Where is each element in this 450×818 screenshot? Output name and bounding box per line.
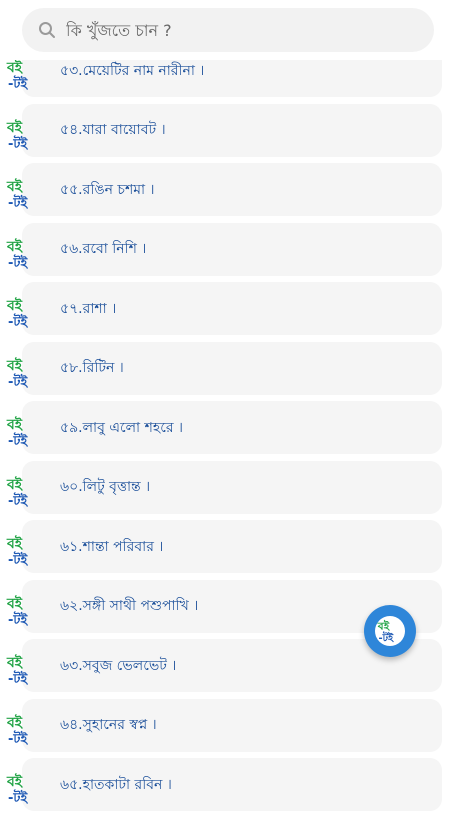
list-item[interactable]: ৫৬.রবো নিশি । বই -টই	[0, 222, 450, 283]
svg-text:বই: বই	[6, 594, 24, 612]
svg-text:বই: বই	[6, 475, 24, 493]
book-title: ৫৪.যারা বায়োবট ।	[60, 122, 166, 138]
boi-toi-logo-icon: বই-টই	[6, 237, 28, 271]
svg-text:-টই: -টই	[8, 75, 28, 92]
list-item-card[interactable]: ৬৫.হাতকাটা রবিন ।	[22, 758, 442, 811]
list-item[interactable]: ৫৪.যারা বায়োবট । বই -টই	[0, 103, 450, 164]
list-item-card[interactable]: ৫৮.রিটিন ।	[22, 341, 442, 395]
book-title: ৬৫.হাতকাটা রবিন ।	[60, 776, 172, 793]
list-item-card[interactable]: ৫৬.রবো নিশি ।	[22, 222, 442, 276]
book-title: ৫৩.মেয়েটির নাম নারীনা ।	[60, 62, 205, 79]
boi-toi-logo-icon: বই-টই	[6, 356, 28, 390]
svg-text:বই: বই	[6, 296, 24, 314]
svg-text:বই: বই	[6, 356, 24, 374]
app-logo-fab-button[interactable]: বই -টই	[364, 605, 416, 657]
boi-toi-logo-icon: বই-টই	[6, 118, 28, 152]
svg-text:-টই: -টই	[8, 789, 28, 806]
svg-text:বই: বই	[377, 618, 391, 632]
book-title: ৫৬.রবো নিশি ।	[60, 241, 147, 257]
list-item-card[interactable]: ৬১.শান্তা পরিবার ।	[22, 520, 442, 573]
svg-text:-টই: -টই	[8, 194, 28, 211]
list-item[interactable]: ৫৭.রাশা । বই -টই	[0, 282, 450, 342]
list-item[interactable]: ৬৫.হাতকাটা রবিন । বই -টই	[0, 758, 450, 818]
svg-text:বই: বই	[6, 415, 24, 433]
svg-text:বই: বই	[6, 58, 24, 76]
svg-text:বই: বই	[6, 118, 24, 136]
svg-text:-টই: -টই	[8, 313, 28, 330]
list-item-card[interactable]: ৫৪.যারা বায়োবট ।	[22, 103, 442, 157]
list-item-card[interactable]: ৫৭.রাশা ।	[22, 282, 442, 335]
svg-text:বই: বই	[6, 653, 24, 671]
list-item-card[interactable]: ৫৫.রঙিন চশমা ।	[22, 163, 442, 216]
list-item[interactable]: ৬৪.সুহানের স্বপ্ন । বই -টই	[0, 698, 450, 759]
boi-toi-logo-icon: বই-টই	[6, 58, 28, 92]
book-title: ৫৮.রিটিন ।	[60, 360, 124, 376]
book-title: ৬৪.সুহানের স্বপ্ন ।	[60, 717, 157, 733]
boi-toi-logo-icon: বই-টই	[6, 653, 28, 687]
svg-text:বই: বই	[6, 534, 24, 552]
svg-text:-টই: -টই	[8, 492, 28, 509]
boi-toi-logo-icon: বই-টই	[6, 177, 28, 211]
svg-text:বই: বই	[6, 713, 24, 731]
search-bar-container	[0, 0, 450, 60]
svg-text:বই: বই	[6, 772, 24, 790]
search-icon	[36, 19, 58, 41]
boi-toi-logo-icon: বই -টই	[375, 616, 405, 646]
book-title: ৬৩.সবুজ ভেলভেট ।	[60, 657, 177, 674]
list-item[interactable]: ৫৯.লাবু এলো শহরে । বই -টই	[0, 401, 450, 461]
boi-toi-logo-icon: বই-টই	[6, 713, 28, 747]
svg-text:বই: বই	[6, 177, 24, 195]
book-title: ৬২.সঙ্গী সাথী পশুপাখি ।	[60, 598, 199, 614]
svg-text:-টই: -টই	[8, 432, 28, 449]
list-item-card[interactable]: ৬৪.সুহানের স্বপ্ন ।	[22, 698, 442, 752]
svg-text:-টই: -টই	[8, 730, 28, 747]
book-title: ৫৭.রাশা ।	[60, 300, 117, 317]
boi-toi-logo-icon: বই-টই	[6, 772, 28, 806]
svg-text:-টই: -টই	[8, 254, 28, 271]
svg-text:-টই: -টই	[8, 373, 28, 390]
book-title: ৬০.লিটু বৃত্তান্ত ।	[60, 479, 151, 495]
svg-text:-টই: -টই	[8, 611, 28, 628]
book-title: ৫৫.রঙিন চশমা ।	[60, 181, 155, 198]
svg-text:-টই: -টই	[8, 670, 28, 687]
search-bar[interactable]	[22, 8, 434, 52]
list-item-card[interactable]: ৬০.লিটু বৃত্তান্ত ।	[22, 460, 442, 514]
boi-toi-logo-icon: বই-টই	[6, 415, 28, 449]
book-title: ৬১.শান্তা পরিবার ।	[60, 538, 164, 555]
svg-text:বই: বই	[6, 237, 24, 255]
boi-toi-logo-icon: বই-টই	[6, 296, 28, 330]
search-input[interactable]	[64, 19, 408, 41]
list-item[interactable]: ৬০.লিটু বৃত্তান্ত । বই -টই	[0, 460, 450, 521]
list-item[interactable]: ৬১.শান্তা পরিবার । বই -টই	[0, 520, 450, 580]
boi-toi-logo-icon: বই-টই	[6, 594, 28, 628]
list-item[interactable]: ৫৫.রঙিন চশমা । বই -টই	[0, 163, 450, 223]
book-list: ৫৩.মেয়েটির নাম নারীনা । বই -টই ৫৪.যারা বায…	[0, 44, 450, 818]
svg-text:-টই: -টই	[8, 135, 28, 152]
book-title: ৫৯.লাবু এলো শহরে ।	[60, 419, 183, 436]
boi-toi-logo-icon: বই-টই	[6, 475, 28, 509]
boi-toi-logo-icon: বই-টই	[6, 534, 28, 568]
svg-text:-টই: -টই	[8, 551, 28, 568]
list-item-card[interactable]: ৫৯.লাবু এলো শহরে ।	[22, 401, 442, 454]
list-item[interactable]: ৫৮.রিটিন । বই -টই	[0, 341, 450, 402]
